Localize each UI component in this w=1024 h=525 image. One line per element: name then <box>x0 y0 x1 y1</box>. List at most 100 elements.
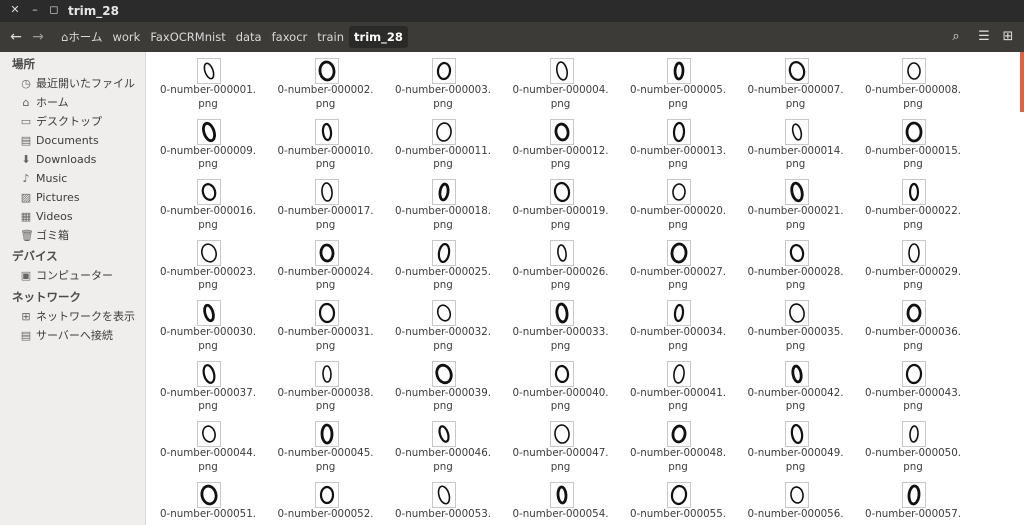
file-item[interactable]: 0-number-000013. png <box>622 113 734 173</box>
file-item[interactable]: 0-number-000012. png <box>505 113 617 173</box>
file-item[interactable]: 0-number-000035. png <box>740 294 852 354</box>
file-item[interactable]: 0-number-000032. png <box>387 294 499 354</box>
file-item[interactable]: 0-number-000009. png <box>152 113 264 173</box>
file-item[interactable]: 0-number-000054. <box>505 476 617 525</box>
file-item[interactable]: 0-number-000014. png <box>740 113 852 173</box>
file-item[interactable]: 0-number-000049. png <box>740 415 852 475</box>
sidebar-item-home[interactable]: ⌂ ホーム <box>20 93 69 111</box>
image-thumbnail-icon <box>432 360 456 387</box>
file-item[interactable]: 0-number-000020. png <box>622 173 734 233</box>
crumb-home[interactable]: ⌂ホーム <box>56 26 107 48</box>
file-item[interactable]: 0-number-000007. png <box>740 52 852 112</box>
file-name-line1: 0-number-000055. <box>629 507 727 520</box>
sidebar-item-documents[interactable]: ▤ Documents <box>20 131 99 149</box>
sidebar-item-desktop[interactable]: ▭ デスクトップ <box>20 112 102 130</box>
file-item[interactable]: 0-number-000016. png <box>152 173 264 233</box>
crumb-trim-28[interactable]: trim_28 <box>349 26 408 48</box>
file-name-line1: 0-number-000057. <box>864 507 962 520</box>
download-icon: ⬇ <box>21 152 31 166</box>
file-name-line1: 0-number-000048. <box>629 447 727 459</box>
file-name-line1: 0-number-000027. <box>629 265 727 278</box>
file-item[interactable]: 0-number-000044. png <box>152 415 264 475</box>
file-item[interactable]: 0-number-000027. png <box>622 234 734 294</box>
file-item[interactable]: 0-number-000050. png <box>857 415 969 475</box>
file-item[interactable]: 0-number-000047. png <box>505 415 617 475</box>
file-item[interactable]: 0-number-000057. <box>857 476 969 525</box>
file-item[interactable]: 0-number-000037. png <box>152 355 264 415</box>
file-item[interactable]: 0-number-000015. png <box>857 113 969 173</box>
file-item[interactable]: 0-number-000003. png <box>387 52 499 112</box>
crumb-work[interactable]: work <box>107 26 145 48</box>
file-item[interactable]: 0-number-000030. png <box>152 294 264 354</box>
file-item[interactable]: 0-number-000008. png <box>857 52 969 112</box>
file-item[interactable]: 0-number-000005. png <box>622 52 734 112</box>
list-view-icon[interactable]: ☰ <box>973 26 995 48</box>
file-item[interactable]: 0-number-000022. png <box>857 173 969 233</box>
file-item[interactable]: 0-number-000010. png <box>270 113 382 173</box>
file-item[interactable]: 0-number-000028. png <box>740 234 852 294</box>
file-item[interactable]: 0-number-000031. png <box>270 294 382 354</box>
maximize-icon[interactable]: ◻ <box>47 3 61 17</box>
crumb-faxocr[interactable]: faxocr <box>267 26 313 48</box>
crumb-train[interactable]: train <box>312 26 349 48</box>
file-item[interactable]: 0-number-000040. png <box>505 355 617 415</box>
file-item[interactable]: 0-number-000056. <box>740 476 852 525</box>
sidebar-item-videos[interactable]: ▦ Videos <box>20 207 73 225</box>
sidebar-item-download[interactable]: ⬇ Downloads <box>20 150 96 168</box>
file-item[interactable]: 0-number-000051. <box>152 476 264 525</box>
file-name-line1: 0-number-000056. <box>747 507 844 520</box>
close-icon[interactable]: ✕ <box>8 3 22 17</box>
file-item[interactable]: 0-number-000018. png <box>387 173 499 233</box>
image-thumbnail-icon <box>549 58 574 84</box>
file-item[interactable]: 0-number-000045. png <box>270 415 382 475</box>
file-item[interactable]: 0-number-000036. png <box>857 294 969 354</box>
file-name-line1: 0-number-000045. <box>277 447 374 459</box>
file-item[interactable]: 0-number-000025. png <box>387 234 499 294</box>
sidebar-item-network[interactable]: ⊞ ネットワークを表示 <box>20 307 135 325</box>
file-item[interactable]: 0-number-000041. png <box>622 355 734 415</box>
file-name-line1: 0-number-000003. <box>394 84 492 96</box>
minimize-icon[interactable]: – <box>28 3 42 17</box>
image-thumbnail-icon <box>902 118 926 145</box>
file-item[interactable]: 0-number-000024. png <box>270 234 382 294</box>
file-item[interactable]: 0-number-000052. <box>270 476 382 525</box>
file-item[interactable]: 0-number-000055. <box>622 476 734 525</box>
grid-view-icon[interactable]: ⊞ <box>997 26 1019 48</box>
crumb-faxocrmnist[interactable]: FaxOCRMnist <box>145 26 230 48</box>
scrollbar[interactable] <box>1020 52 1024 112</box>
file-item[interactable]: 0-number-000023. png <box>152 234 264 294</box>
file-item[interactable]: 0-number-000021. png <box>740 173 852 233</box>
file-item[interactable]: 0-number-000039. png <box>387 355 499 415</box>
file-item[interactable]: 0-number-000017. png <box>270 173 382 233</box>
sidebar-item-trash[interactable]: 🗑 ゴミ箱 <box>20 226 69 244</box>
file-item[interactable]: 0-number-000048. png <box>622 415 734 475</box>
sidebar-item-music[interactable]: ♪ Music <box>20 169 67 187</box>
image-thumbnail-icon <box>784 118 809 145</box>
file-item[interactable]: 0-number-000001. png <box>152 52 264 112</box>
file-item[interactable]: 0-number-000038. png <box>270 355 382 415</box>
file-item[interactable]: 0-number-000019. png <box>505 173 617 233</box>
file-item[interactable]: 0-number-000026. png <box>505 234 617 294</box>
image-thumbnail-icon <box>432 239 456 266</box>
file-item[interactable]: 0-number-000004. png <box>505 52 617 112</box>
file-name-line2: png <box>550 218 571 231</box>
file-item[interactable]: 0-number-000033. png <box>505 294 617 354</box>
file-item[interactable]: 0-number-000042. png <box>740 355 852 415</box>
back-arrow-icon[interactable]: ← <box>7 28 25 46</box>
file-item[interactable]: 0-number-000034. png <box>622 294 734 354</box>
file-item[interactable]: 0-number-000046. png <box>387 415 499 475</box>
sidebar-item-server[interactable]: ▤ サーバーへ接続 <box>20 326 113 344</box>
sidebar: 場所 ◷ 最近開いたファイル ⌂ ホーム ▭ デスクトップ ▤ Documents ⬇ Downl… <box>0 52 146 525</box>
file-item[interactable]: 0-number-000043. png <box>857 355 969 415</box>
sidebar-item-pictures[interactable]: ▨ Pictures <box>20 188 80 206</box>
file-item[interactable]: 0-number-000002. png <box>270 52 382 112</box>
file-item[interactable]: 0-number-000053. <box>387 476 499 525</box>
file-item[interactable]: 0-number-000029. png <box>857 234 969 294</box>
file-name: 0-number-000011. png <box>387 145 499 172</box>
sidebar-item-computer[interactable]: ▣ コンピューター <box>20 266 113 284</box>
sidebar-item-clock[interactable]: ◷ 最近開いたファイル <box>20 74 135 92</box>
file-item[interactable]: 0-number-000011. png <box>387 113 499 173</box>
search-icon[interactable]: ⌕ <box>945 26 967 48</box>
forward-arrow-icon[interactable]: → <box>29 28 47 46</box>
crumb-data[interactable]: data <box>231 26 267 48</box>
